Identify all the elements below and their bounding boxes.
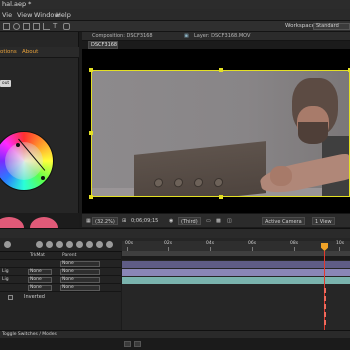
layer-selection-box[interactable] <box>89 68 350 199</box>
brush-tool-icon[interactable] <box>63 23 70 30</box>
view-select[interactable]: Active Camera <box>262 217 305 225</box>
menu-vie[interactable]: Vie <box>2 9 12 21</box>
tab-options[interactable]: otions <box>0 47 17 58</box>
composition-header-text[interactable]: Composition: DSCF3168 <box>92 32 153 41</box>
rectangle-tool-icon[interactable] <box>33 23 40 30</box>
keyframe[interactable] <box>324 320 326 325</box>
parent-dropdown[interactable]: None <box>60 269 100 275</box>
layer-list: None Lig None None Lig None None None No… <box>0 260 121 330</box>
keyframe[interactable] <box>324 304 326 309</box>
time-ruler[interactable]: 00s 02s 04s 06s 08s 10s <box>122 241 350 251</box>
parent-dropdown[interactable]: None <box>60 261 100 267</box>
zoom-select[interactable]: (32.2%) <box>92 217 118 225</box>
parent-dropdown[interactable]: None <box>60 277 100 283</box>
auto-keyframe-icon[interactable] <box>106 241 113 248</box>
views-layout-select[interactable]: 1 View <box>312 217 335 225</box>
keyframe[interactable] <box>324 312 326 317</box>
parent-dropdown[interactable]: None <box>60 285 100 291</box>
snapshot-icon[interactable]: ◉ <box>167 217 175 225</box>
ruler-label-5: 10s <box>336 241 345 246</box>
zoom-out-icon[interactable] <box>124 341 131 347</box>
inverted-label: Inverted <box>24 294 45 300</box>
bottom-strip <box>0 338 350 350</box>
menu-help[interactable]: Help <box>56 9 71 21</box>
transparency-grid-icon[interactable]: ▩ <box>214 217 223 225</box>
layer-panel-icon: ▣ <box>184 33 189 39</box>
trkmat-dropdown[interactable]: None <box>28 285 52 291</box>
zoom-slider-icon[interactable] <box>134 341 141 347</box>
title-bar: hal.aep * <box>0 0 350 9</box>
panel-button[interactable]: out <box>0 80 11 87</box>
comp-tab[interactable]: DSCF3168 <box>88 41 118 49</box>
keyframe[interactable] <box>324 296 326 301</box>
layer-column-headers: TrkMat Parent <box>0 252 121 260</box>
3d-view-icon[interactable]: ◫ <box>225 217 234 225</box>
selection-handle-bl[interactable] <box>89 195 93 199</box>
viewer-controls: ▦ (32.2%) ⊞ 0;06;09;15 ◉ (Third) ▭ ▩ ◫ A… <box>82 213 350 227</box>
layer-row[interactable]: Lig None None <box>0 268 121 276</box>
wheel-handle-start[interactable] <box>16 143 20 147</box>
workspace-select[interactable]: Standard <box>313 23 350 30</box>
window-title: hal.aep * <box>2 0 32 8</box>
selection-handle-bc[interactable] <box>219 195 223 199</box>
layer-row[interactable]: None None <box>0 284 121 292</box>
trkmat-dropdown[interactable]: None <box>28 269 52 275</box>
work-area-bar[interactable] <box>122 251 350 256</box>
column-trkmat[interactable]: TrkMat <box>30 252 45 260</box>
left-panel-tabs: otions About <box>0 47 79 58</box>
frame-blending-icon[interactable] <box>66 241 73 248</box>
second-color-wheel-area <box>0 213 79 239</box>
draft-3d-icon[interactable] <box>46 241 53 248</box>
keyframe[interactable] <box>324 288 326 293</box>
timecode-display[interactable]: 0;06;09;15 <box>129 217 160 225</box>
layer-bar-1[interactable] <box>122 261 350 268</box>
motion-blur-icon[interactable] <box>76 241 83 248</box>
graph-editor-icon[interactable] <box>86 241 93 248</box>
inverted-checkbox[interactable] <box>8 295 13 300</box>
pen-tool-icon[interactable] <box>43 23 50 30</box>
brainstorm-icon[interactable] <box>96 241 103 248</box>
selection-handle-ml[interactable] <box>89 131 93 135</box>
layer-name: Lig <box>2 269 9 274</box>
layer-header-text[interactable]: Layer: DSCF3168.MOV <box>194 32 250 41</box>
timeline-header <box>0 228 350 238</box>
type-tool-icon[interactable]: T <box>53 23 60 30</box>
tab-about[interactable]: About <box>22 47 38 58</box>
column-parent[interactable]: Parent <box>62 252 76 260</box>
composition-panel-header: Composition: DSCF3168 ▣ Layer: DSCF3168.… <box>82 32 350 41</box>
menu-view[interactable]: View <box>17 9 32 21</box>
layer-name: Lig <box>2 277 9 282</box>
resolution-select[interactable]: (Third) <box>178 217 201 225</box>
layer-row[interactable]: Lig None None <box>0 276 121 284</box>
selection-handle-tl[interactable] <box>89 68 93 72</box>
layer-row[interactable]: None <box>0 260 121 268</box>
pan-behind-tool-icon[interactable] <box>23 23 30 30</box>
menu-bar: Vie View Window Help <box>0 9 350 21</box>
grid-icon[interactable]: ⊞ <box>120 217 128 225</box>
region-of-interest-icon[interactable]: ▭ <box>204 217 213 225</box>
layer-bar-2[interactable] <box>122 269 350 276</box>
camera-tool-icon[interactable] <box>13 23 20 30</box>
rotate-tool-icon[interactable] <box>3 23 10 30</box>
tools-toolbar: T Workspace: Standard <box>0 21 350 32</box>
wheel-handle-end[interactable] <box>41 176 45 180</box>
layer-bar-3[interactable] <box>122 277 350 284</box>
effects-panel <box>0 32 79 228</box>
trkmat-dropdown[interactable]: None <box>28 277 52 283</box>
timeline-footer: Toggle Switches / Modes <box>0 330 350 338</box>
search-icon[interactable] <box>4 241 11 248</box>
comp-mini-flowchart-icon[interactable] <box>36 241 43 248</box>
selection-handle-tc[interactable] <box>219 68 223 72</box>
hide-shy-layers-icon[interactable] <box>56 241 63 248</box>
